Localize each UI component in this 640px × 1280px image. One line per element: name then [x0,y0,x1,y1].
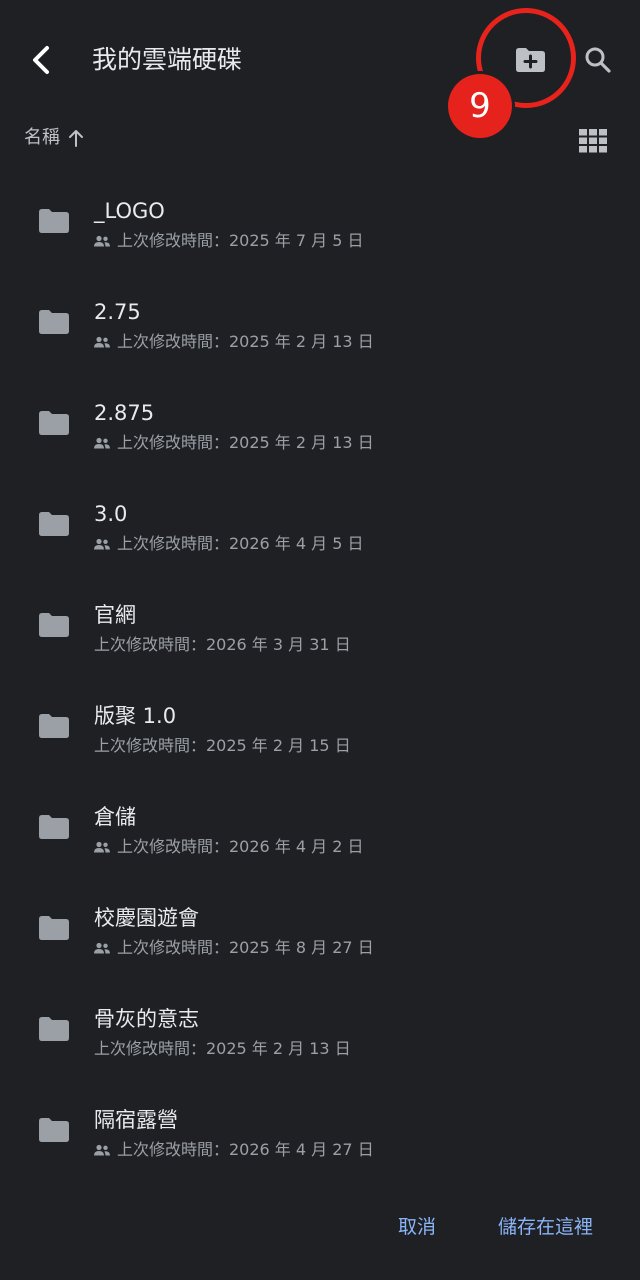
modified-date: 上次修改時間：2025 年 2 月 13 日 [94,1039,351,1058]
folder-name: 官網 [94,603,136,627]
shared-people-icon [94,538,110,550]
modified-date: 上次修改時間：2026 年 4 月 27 日 [117,1140,374,1159]
folder-meta: 上次修改時間：2026 年 4 月 27 日 [94,1139,374,1161]
folder-meta: 上次修改時間：2025 年 7 月 5 日 [94,230,364,252]
folder-icon [39,613,69,637]
sort-label: 名稱 [24,127,60,148]
folder-name: 版聚 1.0 [94,704,177,728]
folder-meta: 上次修改時間：2025 年 8 月 27 日 [94,937,374,959]
sort-bar: 名稱 [0,118,640,158]
folder-icon [39,209,69,233]
folder-list: _LOGO 上次修改時間：2025 年 7 月 5 日 2.75 上次修改時間：… [0,168,640,1178]
folder-name: 校慶園遊會 [94,906,199,930]
modified-date: 上次修改時間：2025 年 2 月 13 日 [117,433,374,452]
folder-name: _LOGO [94,199,165,223]
save-here-button[interactable]: 儲存在這裡 [490,1206,601,1245]
folder-name: 骨灰的意志 [94,1007,199,1031]
sort-by-name-button[interactable]: 名稱 [24,124,84,152]
search-button[interactable] [574,36,622,84]
folder-row[interactable]: 骨灰的意志 上次修改時間：2025 年 2 月 13 日 [0,976,640,1077]
modified-date: 上次修改時間：2025 年 8 月 27 日 [117,938,374,957]
folder-row[interactable]: 隔宿露營 上次修改時間：2026 年 4 月 27 日 [0,1077,640,1178]
search-icon [585,47,611,73]
folder-row[interactable]: 2.875 上次修改時間：2025 年 2 月 13 日 [0,370,640,471]
grid-view-button[interactable] [576,124,610,158]
folder-row[interactable]: 版聚 1.0 上次修改時間：2025 年 2 月 15 日 [0,673,640,774]
grid-view-icon [579,129,607,153]
folder-meta: 上次修改時間：2025 年 2 月 15 日 [94,735,351,757]
folder-name: 2.75 [94,300,141,324]
folder-row[interactable]: 官網 上次修改時間：2026 年 3 月 31 日 [0,572,640,673]
chevron-left-icon [33,46,49,74]
modified-date: 上次修改時間：2026 年 4 月 5 日 [117,534,364,553]
folder-name: 隔宿露營 [94,1108,178,1132]
folder-icon [39,411,69,435]
folder-row[interactable]: 2.75 上次修改時間：2025 年 2 月 13 日 [0,269,640,370]
modified-date: 上次修改時間：2026 年 3 月 31 日 [94,635,351,654]
top-app-bar: 我的雲端硬碟 9 [0,0,640,138]
folder-row[interactable]: 倉儲 上次修改時間：2026 年 4 月 2 日 [0,774,640,875]
folder-icon [39,815,69,839]
cancel-button[interactable]: 取消 [390,1206,444,1245]
shared-people-icon [94,1144,110,1156]
folder-meta: 上次修改時間：2025 年 2 月 13 日 [94,331,374,353]
modified-date: 上次修改時間：2026 年 4 月 2 日 [117,837,364,856]
modified-date: 上次修改時間：2025 年 2 月 15 日 [94,736,351,755]
page-title: 我的雲端硬碟 [92,45,243,74]
arrow-up-icon [68,129,84,147]
folder-icon [39,1017,69,1041]
bottom-action-bar: 取消 儲存在這裡 [0,1196,640,1256]
folder-meta: 上次修改時間：2025 年 2 月 13 日 [94,432,374,454]
folder-name: 倉儲 [94,805,136,829]
shared-people-icon [94,336,110,348]
folder-row[interactable]: 3.0 上次修改時間：2026 年 4 月 5 日 [0,471,640,572]
shared-people-icon [94,437,110,449]
folder-icon [39,714,69,738]
folder-name: 3.0 [94,502,128,526]
folder-meta: 上次修改時間：2026 年 4 月 5 日 [94,533,364,555]
folder-meta: 上次修改時間：2025 年 2 月 13 日 [94,1038,351,1060]
folder-icon [39,916,69,940]
create-folder-icon [516,48,545,72]
folder-row[interactable]: _LOGO 上次修改時間：2025 年 7 月 5 日 [0,168,640,269]
folder-row[interactable]: 校慶園遊會 上次修改時間：2025 年 8 月 27 日 [0,875,640,976]
modified-date: 上次修改時間：2025 年 2 月 13 日 [117,332,374,351]
new-folder-button[interactable] [504,36,556,84]
shared-people-icon [94,942,110,954]
folder-name: 2.875 [94,401,155,425]
back-button[interactable] [18,36,66,84]
shared-people-icon [94,235,110,247]
folder-icon [39,310,69,334]
folder-meta: 上次修改時間：2026 年 4 月 2 日 [94,836,364,858]
folder-icon [39,512,69,536]
folder-icon [39,1118,69,1142]
modified-date: 上次修改時間：2025 年 7 月 5 日 [117,231,364,250]
folder-meta: 上次修改時間：2026 年 3 月 31 日 [94,634,351,656]
shared-people-icon [94,841,110,853]
